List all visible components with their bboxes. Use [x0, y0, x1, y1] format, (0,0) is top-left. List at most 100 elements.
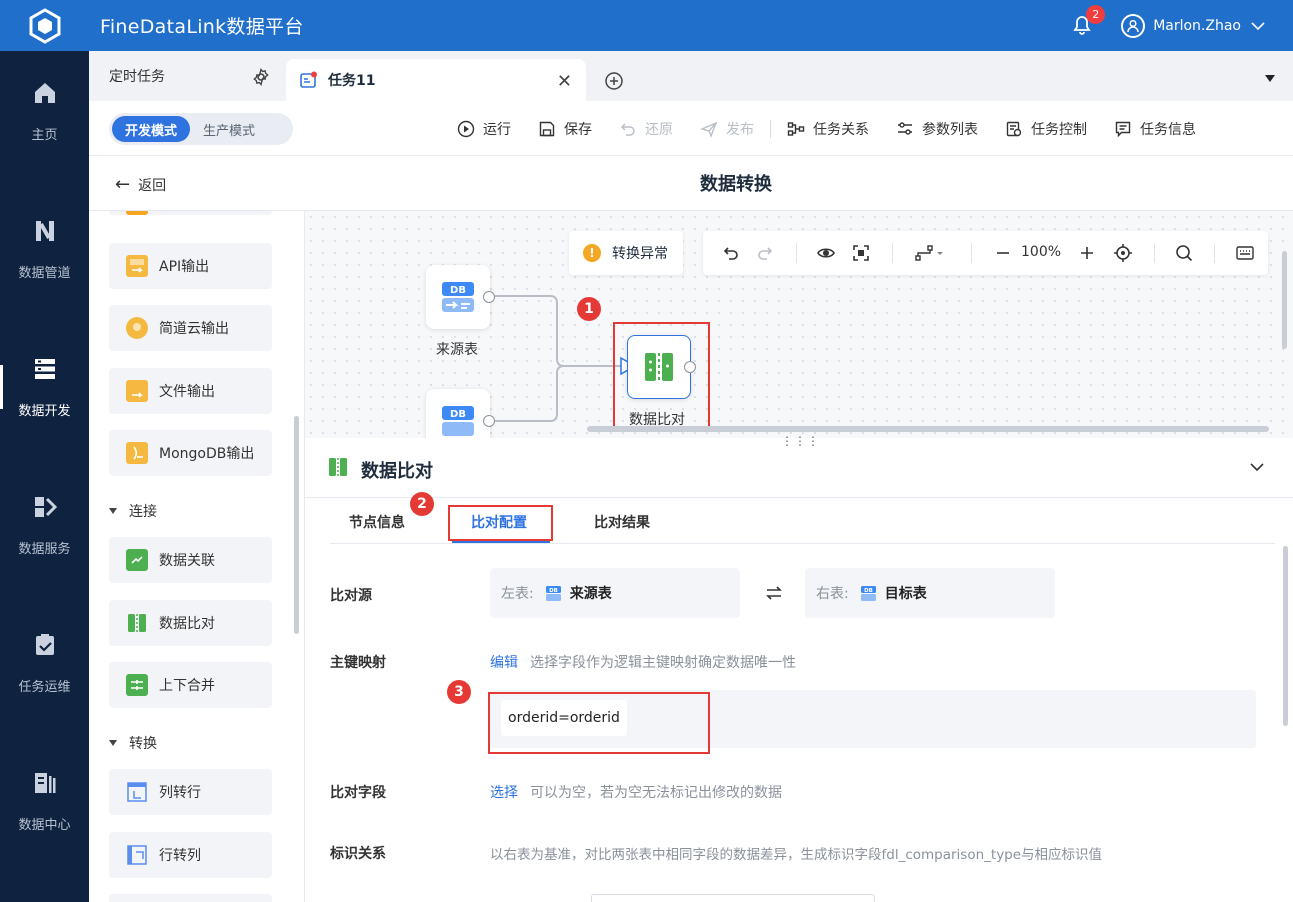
target-table-node[interactable]: DB [426, 389, 490, 438]
row-to-col-icon [126, 844, 148, 866]
edit-mapping-link[interactable]: 编辑 [490, 652, 518, 672]
component-data-join[interactable]: 数据关联 [109, 537, 272, 583]
output-port[interactable] [483, 415, 495, 427]
highlight-box [613, 322, 710, 430]
tabs-row: 定时任务 任务11 ✕ [89, 51, 1293, 101]
canvas-vertical-scrollbar[interactable] [1282, 251, 1287, 349]
restore-button[interactable]: 还原 [619, 119, 673, 139]
partial-component-item[interactable] [109, 894, 272, 902]
gear-icon[interactable] [252, 67, 270, 90]
resize-handle-icon[interactable]: ⋮⋮⋮ [781, 434, 820, 448]
panel-vertical-scrollbar[interactable] [1283, 546, 1288, 726]
right-table-label: 右表: [816, 586, 849, 602]
group-connect[interactable]: 连接 [109, 501, 157, 521]
relations-icon [787, 121, 805, 136]
eye-icon[interactable] [816, 243, 836, 263]
zoom-out-icon[interactable] [993, 243, 1013, 263]
component-row-to-col[interactable]: 行转列 [109, 832, 272, 878]
tab-node-info[interactable]: 节点信息 [349, 512, 405, 532]
undo-icon[interactable] [721, 243, 741, 263]
user-menu[interactable]: Marlon.Zhao [1121, 13, 1265, 38]
redo-icon[interactable] [755, 243, 775, 263]
nav-item-dev[interactable]: 数据开发 [0, 327, 89, 447]
task-info-button[interactable]: 任务信息 [1114, 119, 1196, 139]
component-col-to-row[interactable]: 列转行 [109, 769, 272, 815]
zoom-in-icon[interactable] [1077, 243, 1097, 263]
partial-input-field[interactable] [591, 894, 875, 902]
datacenter-icon [32, 770, 58, 796]
task-control-button[interactable]: 任务控制 [1005, 119, 1087, 139]
app-logo-icon[interactable] [0, 0, 89, 51]
flow-canvas[interactable]: ! 转换异常 100% DB 来源表 DB 数据比对 1 [305, 211, 1293, 438]
left-table-select[interactable]: 左表: DB 来源表 [490, 568, 740, 618]
prod-mode-button[interactable]: 生产模式 [190, 116, 268, 142]
panel-header: 数据比对 [327, 456, 433, 483]
data-join-icon [126, 549, 148, 571]
component-file-output[interactable]: 文件输出 [109, 368, 272, 414]
nav-label: 数据管道 [18, 265, 71, 281]
annotation-badge-3: 3 [447, 680, 471, 704]
svg-text:DB: DB [450, 285, 466, 296]
nav-item-datacenter[interactable]: 数据中心 [0, 741, 89, 861]
task-toolbar: 开发模式 生产模式 运行 保存 还原 发布 任务关系 参数列表 任务控制 任务信… [89, 101, 1293, 156]
group-transform[interactable]: 转换 [109, 733, 157, 753]
add-tab-icon[interactable] [604, 71, 624, 95]
panel-scrollbar[interactable] [294, 416, 299, 634]
back-button[interactable]: ← 返回 [115, 174, 166, 195]
canvas-horizontal-scrollbar[interactable] [587, 426, 1269, 432]
message-icon [1115, 121, 1131, 137]
service-icon [32, 494, 58, 520]
component-union[interactable]: 上下合并 [109, 662, 272, 708]
locate-icon[interactable] [1113, 243, 1133, 263]
component-label: 列转行 [159, 785, 201, 801]
save-button[interactable]: 保存 [538, 119, 592, 139]
nav-item-ops[interactable]: 任务运维 [0, 603, 89, 723]
tab-scheduled-task[interactable]: 定时任务 [89, 51, 284, 101]
sub-header: 数据转换 ← 返回 [89, 156, 1293, 211]
status-text: 转换异常 [612, 246, 668, 262]
status-indicator[interactable]: ! 转换异常 [569, 231, 683, 275]
output-icon [126, 211, 148, 215]
partial-component-item[interactable] [109, 211, 272, 215]
mongodb-output-icon [126, 442, 148, 464]
component-label: MongoDB输出 [159, 446, 255, 462]
home-icon [32, 80, 58, 106]
component-data-compare[interactable]: 数据比对 [109, 600, 272, 646]
right-table-select[interactable]: 右表: DB 目标表 [805, 568, 1055, 618]
nav-item-pipeline[interactable]: 数据管道 [0, 189, 89, 309]
collapse-chevron-icon[interactable] [1249, 460, 1265, 476]
user-avatar-icon [1121, 13, 1146, 38]
source-table-node[interactable]: DB [426, 265, 490, 329]
close-icon[interactable]: ✕ [557, 71, 572, 92]
mode-switch[interactable]: 开发模式 生产模式 [109, 113, 293, 145]
param-list-button[interactable]: 参数列表 [896, 119, 978, 139]
keyboard-icon[interactable] [1235, 243, 1255, 263]
output-port[interactable] [483, 291, 495, 303]
run-button[interactable]: 运行 [457, 119, 511, 139]
swap-icon[interactable] [765, 584, 783, 606]
component-api-output[interactable]: API输出 [109, 243, 272, 289]
nav-item-service[interactable]: 数据服务 [0, 465, 89, 585]
file-output-icon [126, 380, 148, 402]
task-relations-label: 任务关系 [813, 121, 869, 138]
fit-view-icon[interactable] [851, 243, 871, 263]
publish-button[interactable]: 发布 [700, 119, 754, 139]
tab-task11[interactable]: 任务11 ✕ [286, 59, 586, 101]
toolbar-divider [770, 119, 771, 138]
zoom-level: 100% [1021, 244, 1062, 260]
user-name: Marlon.Zhao [1153, 17, 1241, 34]
search-icon[interactable] [1174, 243, 1194, 263]
task-relations-button[interactable]: 任务关系 [787, 119, 869, 139]
tab-compare-result[interactable]: 比对结果 [594, 512, 650, 532]
component-mongodb-output[interactable]: MongoDB输出 [109, 430, 272, 476]
annotation-badge-2: 2 [410, 492, 434, 516]
data-compare-icon [126, 612, 148, 634]
nav-item-home[interactable]: 主页 [0, 51, 89, 171]
select-fields-link[interactable]: 选择 [490, 782, 518, 802]
tab-list-caret-icon[interactable] [1265, 75, 1275, 82]
layout-dropdown-icon[interactable] [913, 243, 947, 263]
dev-mode-button[interactable]: 开发模式 [112, 116, 191, 142]
component-panel: API输出 简道云输出 文件输出 MongoDB输出 连接 数据关联 数据比对 … [89, 211, 305, 902]
component-jdy-output[interactable]: 简道云输出 [109, 305, 272, 351]
notification-bell-icon[interactable]: 2 [1071, 4, 1106, 38]
